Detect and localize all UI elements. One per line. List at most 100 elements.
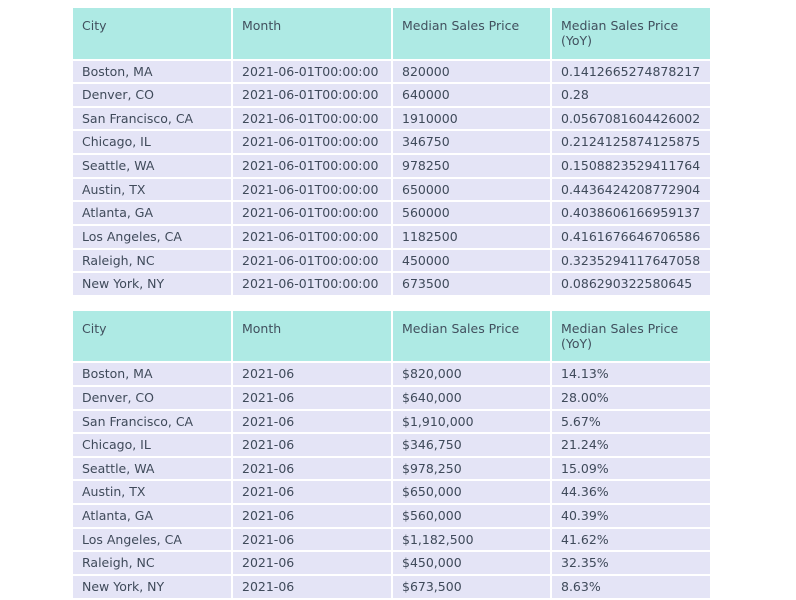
cell-city: Atlanta, GA [73,202,233,226]
table-row: Atlanta, GA 2021-06 $560,000 40.39% [73,505,710,529]
cell-yoy: 41.62% [552,528,710,553]
table-row: Los Angeles, CA 2021-06-01T00:00:00 1182… [73,225,710,250]
cell-city: New York, NY [73,273,233,297]
column-header-city[interactable]: City [73,8,233,61]
cell-city: Raleigh, NC [73,249,233,274]
cell-price: $650,000 [393,481,552,505]
cell-yoy: 40.39% [552,505,710,529]
table-row: Austin, TX 2021-06-01T00:00:00 650000 0.… [73,178,710,203]
cell-month: 2021-06-01T00:00:00 [233,107,393,132]
cell-yoy: 44.36% [552,481,710,505]
table-row: Boston, MA 2021-06 $820,000 14.13% [73,363,710,387]
cell-city: San Francisco, CA [73,410,233,435]
cell-price: 450000 [393,249,552,274]
cell-yoy: 0.2124125874125875 [552,131,710,155]
cell-yoy: 0.3235294117647058 [552,249,710,274]
cell-price: $560,000 [393,505,552,529]
cell-month: 2021-06 [233,363,393,387]
cell-city: Los Angeles, CA [73,528,233,553]
cell-city: Los Angeles, CA [73,225,233,250]
table-row: New York, NY 2021-06 $673,500 8.63% [73,575,710,600]
cell-city: Boston, MA [73,60,233,85]
cell-city: Austin, TX [73,178,233,203]
document-page: City Month Median Sales Price Median Sal… [0,0,796,600]
column-header-median-sales-price[interactable]: Median Sales Price [393,8,552,61]
cell-city: Chicago, IL [73,434,233,458]
cell-price: 820000 [393,60,552,85]
cell-price: 1910000 [393,107,552,132]
cell-month: 2021-06-01T00:00:00 [233,178,393,203]
cell-city: Seattle, WA [73,155,233,179]
table-row: San Francisco, CA 2021-06 $1,910,000 5.6… [73,410,710,435]
cell-price: $346,750 [393,434,552,458]
cell-month: 2021-06-01T00:00:00 [233,249,393,274]
table-row: San Francisco, CA 2021-06-01T00:00:00 19… [73,107,710,132]
cell-yoy: 5.67% [552,410,710,435]
table-row: Raleigh, NC 2021-06 $450,000 32.35% [73,552,710,576]
cell-month: 2021-06 [233,410,393,435]
cell-yoy: 0.4161676646706586 [552,225,710,250]
table-row: Raleigh, NC 2021-06-01T00:00:00 450000 0… [73,249,710,274]
cell-month: 2021-06-01T00:00:00 [233,84,393,108]
cell-month: 2021-06 [233,505,393,529]
cell-price: 346750 [393,131,552,155]
table-row: Seattle, WA 2021-06-01T00:00:00 978250 0… [73,155,710,179]
table-header: City Month Median Sales Price Median Sal… [73,8,710,61]
cell-price: 560000 [393,202,552,226]
cell-month: 2021-06 [233,386,393,411]
table-row: Denver, CO 2021-06 $640,000 28.00% [73,386,710,411]
cell-yoy: 0.4436424208772904 [552,178,710,203]
table-header-row: City Month Median Sales Price Median Sal… [73,310,710,364]
cell-month: 2021-06 [233,481,393,505]
cell-city: Denver, CO [73,386,233,411]
cell-month: 2021-06-01T00:00:00 [233,60,393,85]
formatted-values-table: City Month Median Sales Price Median Sal… [73,310,710,600]
table-row: Chicago, IL 2021-06 $346,750 21.24% [73,434,710,458]
table-row: Boston, MA 2021-06-01T00:00:00 820000 0.… [73,60,710,85]
table-header: City Month Median Sales Price Median Sal… [73,310,710,364]
cell-yoy: 8.63% [552,575,710,600]
cell-month: 2021-06-01T00:00:00 [233,155,393,179]
cell-city: Raleigh, NC [73,552,233,576]
cell-price: $978,250 [393,457,552,482]
table-row: Chicago, IL 2021-06-01T00:00:00 346750 0… [73,131,710,155]
column-header-month[interactable]: Month [233,8,393,61]
cell-yoy: 28.00% [552,386,710,411]
column-header-median-sales-price-yoy[interactable]: Median Sales Price (YoY) [552,8,710,61]
cell-price: $450,000 [393,552,552,576]
cell-month: 2021-06 [233,528,393,553]
cell-city: Austin, TX [73,481,233,505]
column-header-median-sales-price-yoy[interactable]: Median Sales Price (YoY) [552,310,710,364]
table-row: Atlanta, GA 2021-06-01T00:00:00 560000 0… [73,202,710,226]
table-body: Boston, MA 2021-06-01T00:00:00 820000 0.… [73,60,710,297]
cell-month: 2021-06-01T00:00:00 [233,273,393,297]
cell-yoy: 0.1508823529411764 [552,155,710,179]
table-row: Austin, TX 2021-06 $650,000 44.36% [73,481,710,505]
cell-month: 2021-06-01T00:00:00 [233,202,393,226]
table-row: Los Angeles, CA 2021-06 $1,182,500 41.62… [73,528,710,553]
cell-city: Boston, MA [73,363,233,387]
cell-yoy: 14.13% [552,363,710,387]
cell-yoy: 15.09% [552,457,710,482]
cell-price: $820,000 [393,363,552,387]
table-row: Denver, CO 2021-06-01T00:00:00 640000 0.… [73,84,710,108]
cell-yoy: 0.28 [552,84,710,108]
table-header-row: City Month Median Sales Price Median Sal… [73,8,710,61]
column-header-median-sales-price[interactable]: Median Sales Price [393,310,552,364]
cell-price: 978250 [393,155,552,179]
cell-price: 1182500 [393,225,552,250]
cell-yoy: 32.35% [552,552,710,576]
cell-yoy: 0.1412665274878217 [552,60,710,85]
cell-yoy: 0.4038606166959137 [552,202,710,226]
cell-price: $1,182,500 [393,528,552,553]
table-row: Seattle, WA 2021-06 $978,250 15.09% [73,457,710,482]
cell-yoy: 21.24% [552,434,710,458]
raw-values-table: City Month Median Sales Price Median Sal… [73,8,710,297]
cell-month: 2021-06 [233,457,393,482]
table-body: Boston, MA 2021-06 $820,000 14.13% Denve… [73,363,710,600]
column-header-city[interactable]: City [73,310,233,364]
cell-yoy: 0.0567081604426002 [552,107,710,132]
cell-price: $1,910,000 [393,410,552,435]
column-header-month[interactable]: Month [233,310,393,364]
cell-yoy: 0.086290322580645 [552,273,710,297]
